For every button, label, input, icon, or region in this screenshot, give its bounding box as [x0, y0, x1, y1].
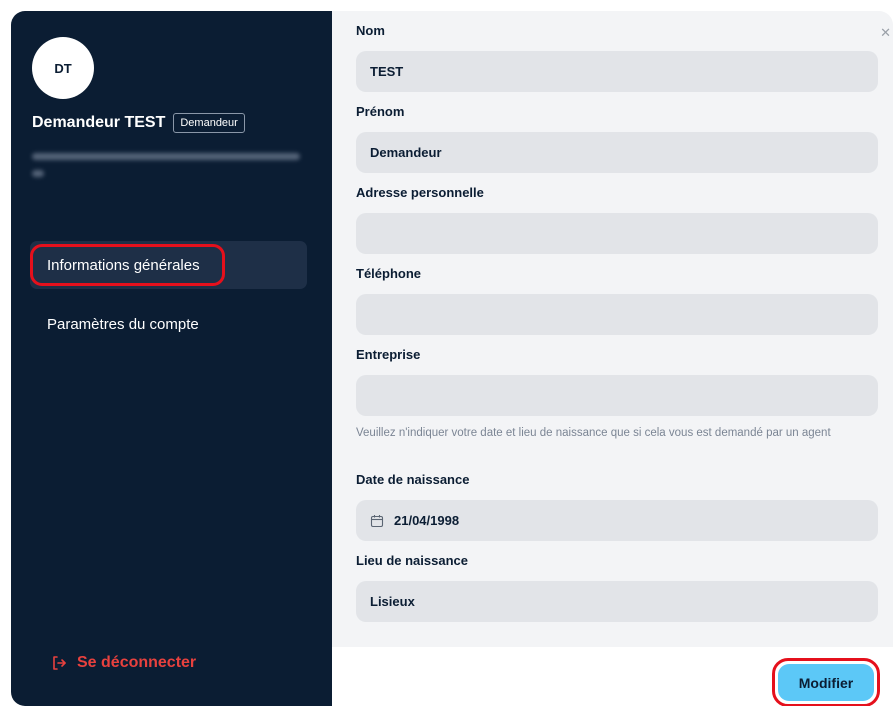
- blurred-email-line: [32, 153, 300, 160]
- form-footer: Modifier: [332, 647, 893, 706]
- date-naissance-input[interactable]: 21/04/1998: [356, 500, 878, 541]
- field-nom: Nom TEST: [356, 23, 878, 92]
- field-lieu-naissance: Lieu de naissance Lisieux: [356, 553, 878, 622]
- telephone-input[interactable]: [356, 294, 878, 335]
- entreprise-input[interactable]: [356, 375, 878, 416]
- user-identity: Demandeur TEST Demandeur: [32, 113, 245, 133]
- field-entreprise: Entreprise: [356, 347, 878, 416]
- nom-input[interactable]: TEST: [356, 51, 878, 92]
- field-date-naissance: Date de naissance 21/04/1998: [356, 472, 878, 541]
- close-icon[interactable]: ✕: [880, 25, 891, 41]
- birth-info-note: Veuillez n'indiquer votre date et lieu d…: [356, 427, 831, 439]
- field-label: Prénom: [356, 104, 405, 119]
- avatar-initials: DT: [54, 60, 72, 76]
- field-label: Lieu de naissance: [356, 553, 468, 568]
- field-label: Nom: [356, 23, 385, 38]
- modify-button[interactable]: Modifier: [778, 664, 874, 701]
- field-label: Entreprise: [356, 347, 421, 362]
- prenom-input[interactable]: Demandeur: [356, 132, 878, 173]
- adresse-input[interactable]: [356, 213, 878, 254]
- field-value: 21/04/1998: [394, 513, 460, 528]
- field-label: Adresse personnelle: [356, 185, 484, 200]
- field-adresse: Adresse personnelle: [356, 185, 878, 254]
- field-telephone: Téléphone: [356, 266, 878, 335]
- blurred-email: [32, 153, 300, 187]
- form-panel: ✕ Nom TEST Prénom Demandeur Adresse pers…: [332, 11, 893, 647]
- sidebar-item-label: Informations générales: [47, 256, 200, 274]
- sidebar-nav: Informations générales Paramètres du com…: [30, 241, 307, 359]
- blurred-email-line: [32, 170, 44, 177]
- logout-button[interactable]: Se déconnecter: [51, 654, 196, 672]
- sidebar-item-informations-generales[interactable]: Informations générales: [30, 241, 307, 289]
- sidebar: DT Demandeur TEST Demandeur Informations…: [11, 11, 332, 706]
- avatar: DT: [32, 37, 94, 99]
- calendar-icon: [370, 514, 384, 527]
- lieu-naissance-input[interactable]: Lisieux: [356, 581, 878, 622]
- sidebar-item-parametres-du-compte[interactable]: Paramètres du compte: [30, 300, 307, 348]
- field-label: Date de naissance: [356, 472, 470, 487]
- role-badge: Demandeur: [173, 113, 245, 133]
- logout-label: Se déconnecter: [77, 654, 197, 671]
- sidebar-item-label: Paramètres du compte: [47, 315, 199, 333]
- field-label: Téléphone: [356, 266, 422, 281]
- user-name: Demandeur TEST: [32, 114, 166, 131]
- field-value: Demandeur: [370, 145, 442, 160]
- field-value: Lisieux: [370, 594, 415, 609]
- logout-icon: [53, 656, 66, 670]
- field-prenom: Prénom Demandeur: [356, 104, 878, 173]
- field-value: TEST: [370, 64, 404, 79]
- profile-modal: DT Demandeur TEST Demandeur Informations…: [11, 11, 893, 706]
